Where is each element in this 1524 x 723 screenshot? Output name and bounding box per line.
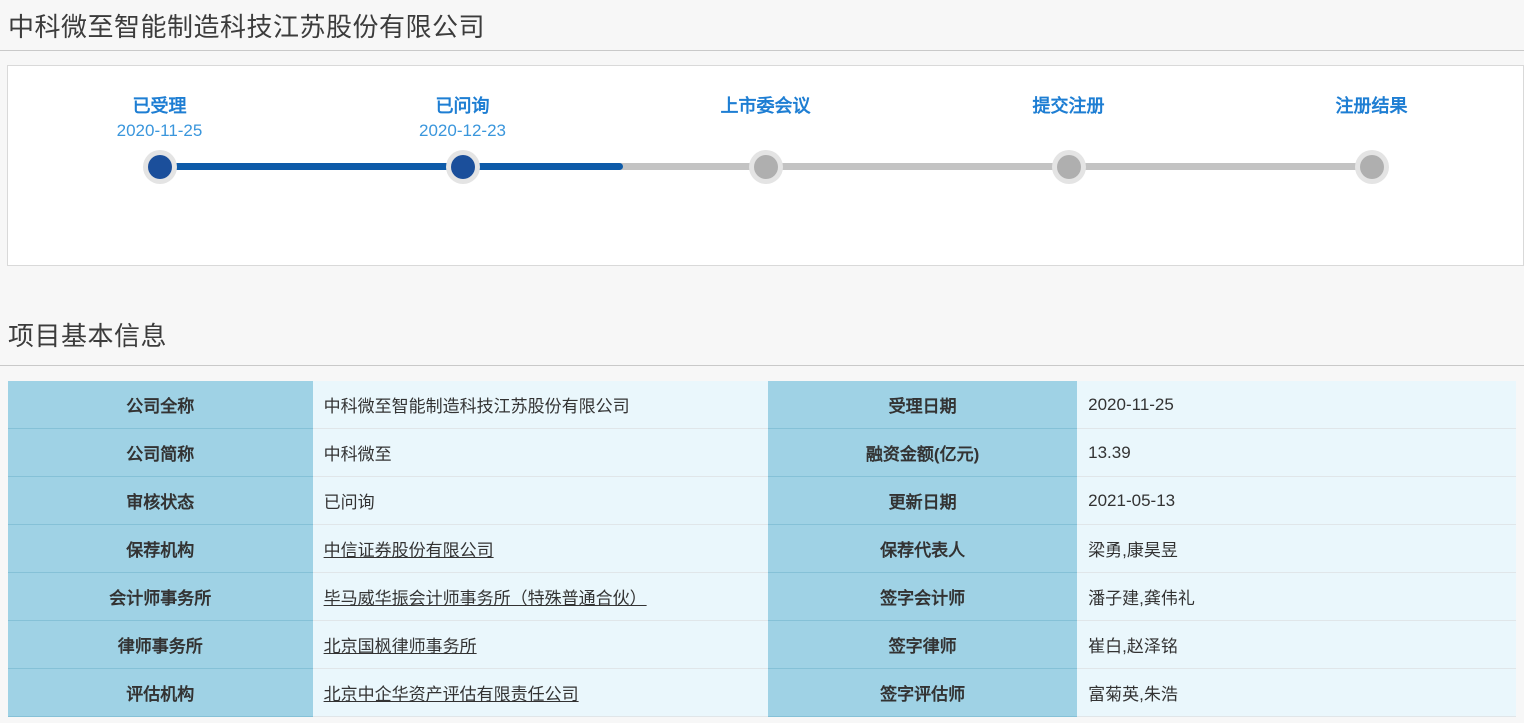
row-label-accounting-firm: 会计师事务所 bbox=[8, 573, 313, 621]
table-row: 会计师事务所 毕马威华振会计师事务所（特殊普通合伙） 签字会计师 潘子建,龚伟礼 bbox=[8, 573, 1516, 621]
cell-text: 2021-05-13 bbox=[1088, 491, 1175, 511]
appraisal-agency-link[interactable]: 北京中企华资产评估有限责任公司 bbox=[324, 680, 579, 705]
row-value-company-short-name: 中科微至 bbox=[313, 429, 768, 477]
timeline-stage-registration-result: 注册结果 bbox=[1220, 66, 1523, 265]
table-row: 评估机构 北京中企华资产评估有限责任公司 签字评估师 富菊英,朱浩 bbox=[8, 669, 1516, 717]
stage-label: 已问询 bbox=[311, 93, 614, 119]
cell-text: 中科微至智能制造科技江苏股份有限公司 bbox=[324, 392, 630, 417]
row-label-signing-accountants: 签字会计师 bbox=[768, 573, 1077, 621]
stage-label: 注册结果 bbox=[1220, 93, 1523, 119]
cell-text: 中科微至 bbox=[324, 440, 392, 465]
row-value-signing-lawyers: 崔白,赵泽铭 bbox=[1077, 621, 1516, 669]
accounting-firm-link[interactable]: 毕马威华振会计师事务所（特殊普通合伙） bbox=[324, 584, 647, 609]
timeline-dot-pending bbox=[754, 155, 778, 179]
law-firm-link[interactable]: 北京国枫律师事务所 bbox=[324, 632, 477, 657]
cell-text: 梁勇,康昊昱 bbox=[1088, 536, 1178, 561]
row-label-company-short-name: 公司简称 bbox=[8, 429, 313, 477]
row-label-review-status: 审核状态 bbox=[8, 477, 313, 525]
section-header: 项目基本信息 bbox=[0, 266, 1524, 366]
cell-text: 已问询 bbox=[324, 488, 375, 513]
row-value-company-full-name: 中科微至智能制造科技江苏股份有限公司 bbox=[313, 381, 768, 429]
cell-text: 富菊英,朱浩 bbox=[1088, 680, 1178, 705]
row-value-acceptance-date: 2020-11-25 bbox=[1077, 381, 1516, 429]
cell-text: 潘子建,龚伟礼 bbox=[1088, 584, 1195, 609]
row-value-signing-accountants: 潘子建,龚伟礼 bbox=[1077, 573, 1516, 621]
table-row: 公司简称 中科微至 融资金额(亿元) 13.39 bbox=[8, 429, 1516, 477]
stage-date bbox=[1220, 119, 1523, 143]
stage-date bbox=[614, 119, 917, 143]
row-label-signing-appraisers: 签字评估师 bbox=[768, 669, 1077, 717]
cell-text: 13.39 bbox=[1088, 443, 1131, 463]
row-value-appraisal-agency: 北京中企华资产评估有限责任公司 bbox=[313, 669, 768, 717]
timeline-stage-inquired: 已问询 2020-12-23 bbox=[311, 66, 614, 265]
cell-text: 崔白,赵泽铭 bbox=[1088, 632, 1178, 657]
row-label-sponsor: 保荐机构 bbox=[8, 525, 313, 573]
table-row: 律师事务所 北京国枫律师事务所 签字律师 崔白,赵泽铭 bbox=[8, 621, 1516, 669]
table-row: 公司全称 中科微至智能制造科技江苏股份有限公司 受理日期 2020-11-25 bbox=[8, 381, 1516, 429]
row-value-update-date: 2021-05-13 bbox=[1077, 477, 1516, 525]
stage-date: 2020-12-23 bbox=[311, 119, 614, 143]
page-header: 中科微至智能制造科技江苏股份有限公司 bbox=[0, 0, 1524, 51]
cell-text: 2020-11-25 bbox=[1088, 395, 1174, 415]
stage-label: 上市委会议 bbox=[614, 93, 917, 119]
timeline-dot-done bbox=[451, 155, 475, 179]
row-value-financing-amount: 13.39 bbox=[1077, 429, 1516, 477]
stage-date bbox=[917, 119, 1220, 143]
row-value-sponsor-representatives: 梁勇,康昊昱 bbox=[1077, 525, 1516, 573]
row-label-financing-amount: 融资金额(亿元) bbox=[768, 429, 1077, 477]
row-value-sponsor: 中信证券股份有限公司 bbox=[313, 525, 768, 573]
row-label-sponsor-representatives: 保荐代表人 bbox=[768, 525, 1077, 573]
stage-date: 2020-11-25 bbox=[8, 119, 311, 143]
row-value-signing-appraisers: 富菊英,朱浩 bbox=[1077, 669, 1516, 717]
row-label-signing-lawyers: 签字律师 bbox=[768, 621, 1077, 669]
row-label-company-full-name: 公司全称 bbox=[8, 381, 313, 429]
timeline-stage-accepted: 已受理 2020-11-25 bbox=[8, 66, 311, 265]
row-label-acceptance-date: 受理日期 bbox=[768, 381, 1077, 429]
stage-label: 已受理 bbox=[8, 93, 311, 119]
timeline-stations: 已受理 2020-11-25 已问询 2020-12-23 上市委会议 提交注册… bbox=[8, 66, 1523, 265]
section-title: 项目基本信息 bbox=[8, 319, 1516, 353]
timeline-dot-pending bbox=[1360, 155, 1384, 179]
project-basic-info-table: 公司全称 中科微至智能制造科技江苏股份有限公司 受理日期 2020-11-25 … bbox=[8, 381, 1516, 717]
row-label-law-firm: 律师事务所 bbox=[8, 621, 313, 669]
timeline-dot-done bbox=[148, 155, 172, 179]
page-title: 中科微至智能制造科技江苏股份有限公司 bbox=[8, 9, 1516, 45]
ipo-status-timeline: 已受理 2020-11-25 已问询 2020-12-23 上市委会议 提交注册… bbox=[7, 65, 1524, 266]
row-label-appraisal-agency: 评估机构 bbox=[8, 669, 313, 717]
timeline-stage-committee-meeting: 上市委会议 bbox=[614, 66, 917, 265]
row-value-review-status: 已问询 bbox=[313, 477, 768, 525]
table-row: 保荐机构 中信证券股份有限公司 保荐代表人 梁勇,康昊昱 bbox=[8, 525, 1516, 573]
timeline-stage-submit-registration: 提交注册 bbox=[917, 66, 1220, 265]
timeline-dot-pending bbox=[1057, 155, 1081, 179]
row-label-update-date: 更新日期 bbox=[768, 477, 1077, 525]
sponsor-link[interactable]: 中信证券股份有限公司 bbox=[324, 536, 494, 561]
stage-label: 提交注册 bbox=[917, 93, 1220, 119]
table-row: 审核状态 已问询 更新日期 2021-05-13 bbox=[8, 477, 1516, 525]
row-value-law-firm: 北京国枫律师事务所 bbox=[313, 621, 768, 669]
row-value-accounting-firm: 毕马威华振会计师事务所（特殊普通合伙） bbox=[313, 573, 768, 621]
